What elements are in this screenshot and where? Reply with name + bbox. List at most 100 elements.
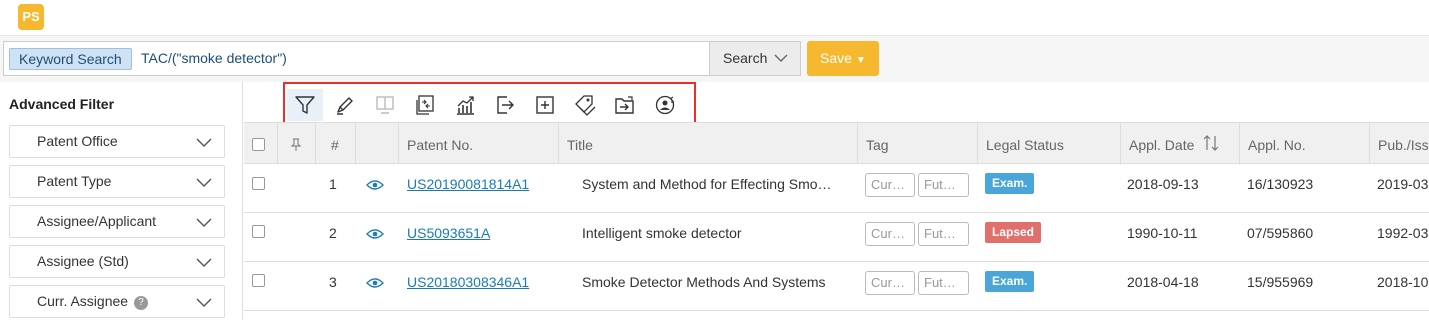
toolbar-icon-group — [283, 82, 696, 124]
legal-status-badge: Exam. — [985, 271, 1035, 292]
row-checkbox[interactable] — [252, 225, 265, 238]
row-number: 2 — [329, 225, 337, 241]
add-tool-button[interactable] — [527, 89, 563, 121]
monitor-icon — [376, 96, 394, 114]
results-toolbar — [244, 82, 1429, 124]
monitor-tool-button — [367, 89, 403, 121]
analytics-tool-button[interactable] — [447, 89, 483, 121]
keyword-search-badge[interactable]: Keyword Search — [9, 48, 132, 70]
analytics-chart-icon — [457, 96, 474, 115]
search-button-label: Search — [723, 50, 768, 66]
filter-assignee-std[interactable]: Assignee (Std) — [9, 245, 225, 278]
chevron-down-icon — [196, 178, 212, 187]
compare-tool-button[interactable] — [407, 89, 443, 121]
save-button-label: Save — [820, 50, 852, 66]
current-tag-field[interactable]: Cur… — [865, 222, 915, 246]
appl-number: 15/955969 — [1247, 274, 1314, 290]
num-column-header: # — [315, 123, 355, 164]
search-query-input[interactable]: TAC/("smoke detector") — [141, 42, 287, 75]
monitor-user-icon — [655, 95, 675, 115]
row-number: 3 — [329, 274, 337, 290]
highlight-tool-button[interactable] — [327, 89, 363, 121]
export-tool-button[interactable] — [487, 89, 523, 121]
patent-number-link[interactable]: US5093651A — [407, 225, 490, 241]
patent-title[interactable]: Smoke Detector Methods And Systems — [582, 274, 840, 290]
add-icon — [536, 96, 554, 114]
chevron-down-icon — [196, 258, 212, 267]
appl-date: 1990-10-11 — [1127, 225, 1198, 241]
table-row[interactable]: 3 US20180308346A1 Smoke Detector Methods… — [244, 262, 1429, 311]
legal-status-badge: Lapsed — [985, 222, 1042, 243]
highlight-pen-icon — [337, 97, 353, 115]
eye-icon[interactable] — [366, 277, 384, 289]
appl-date: 2018-04-18 — [1127, 274, 1199, 290]
eye-icon[interactable] — [366, 179, 384, 191]
row-number: 1 — [329, 176, 337, 192]
filter-label: Assignee/Applicant — [37, 213, 157, 229]
search-row: Keyword Search TAC/("smoke detector") Se… — [0, 36, 1429, 82]
results-table: # Patent No. Title Tag Legal Status Appl… — [244, 122, 1429, 320]
app-logo[interactable]: PS — [18, 4, 44, 30]
appl-date-column-header[interactable]: Appl. Date — [1120, 123, 1239, 164]
tag-icon — [575, 95, 596, 116]
patent-number-link[interactable]: US20190081814A1 — [407, 176, 529, 192]
future-tag-field[interactable]: Fut… — [918, 222, 969, 246]
row-checkbox[interactable] — [252, 274, 265, 287]
current-tag-field[interactable]: Cur… — [865, 271, 915, 295]
table-header: # Patent No. Title Tag Legal Status Appl… — [244, 122, 1429, 164]
appl-number: 16/130923 — [1247, 176, 1314, 192]
pub-date: 2019-03 — [1377, 176, 1429, 192]
filter-patent-office[interactable]: Patent Office — [9, 125, 225, 158]
appl-date-label: Appl. Date — [1129, 137, 1195, 153]
filter-label: Patent Type — [37, 173, 112, 189]
current-tag-field[interactable]: Cur… — [865, 173, 915, 197]
eye-icon[interactable] — [366, 228, 384, 240]
select-all-checkbox[interactable] — [252, 138, 265, 151]
search-box[interactable]: Keyword Search TAC/("smoke detector") — [3, 41, 710, 76]
patent-title[interactable]: Intelligent smoke detector — [582, 225, 840, 241]
patent-number-link[interactable]: US20180308346A1 — [407, 274, 529, 290]
patent-title[interactable]: System and Method for Effecting Smo… — [582, 176, 840, 192]
filter-label: Patent Office — [37, 133, 118, 149]
table-row[interactable]: 1 US20190081814A1 System and Method for … — [244, 164, 1429, 213]
filter-label: Assignee (Std) — [37, 253, 129, 269]
chevron-down-icon — [196, 138, 212, 147]
legal-status-badge: Exam. — [985, 173, 1035, 194]
pin-column-header[interactable] — [277, 123, 315, 164]
filter-curr-assignee[interactable]: Curr. Assignee? — [9, 285, 225, 318]
legal-status-column-header[interactable]: Legal Status — [977, 123, 1120, 164]
appl-no-column-header[interactable]: Appl. No. — [1239, 123, 1369, 164]
chevron-down-icon — [196, 218, 212, 227]
pin-icon — [290, 138, 302, 151]
table-row[interactable]: 2 US5093651A Intelligent smoke detector … — [244, 213, 1429, 262]
compare-icon — [416, 95, 434, 115]
filter-tool-button[interactable] — [287, 89, 323, 121]
title-column-header[interactable]: Title — [558, 123, 857, 164]
export-icon — [497, 96, 514, 114]
view-column-header — [355, 123, 398, 164]
top-bar: PS — [0, 0, 1429, 36]
chevron-down-icon — [774, 54, 788, 62]
row-checkbox[interactable] — [252, 177, 265, 190]
future-tag-field[interactable]: Fut… — [918, 173, 969, 197]
patent-no-column-header[interactable]: Patent No. — [398, 123, 558, 164]
pub-column-header[interactable]: Pub./Iss — [1369, 123, 1429, 164]
pub-date: 2018-10 — [1377, 274, 1429, 290]
folder-move-tool-button[interactable] — [607, 89, 643, 121]
tag-column-header[interactable]: Tag — [857, 123, 977, 164]
tag-tool-button[interactable] — [567, 89, 603, 121]
chevron-down-icon — [196, 298, 212, 307]
filter-patent-type[interactable]: Patent Type — [9, 165, 225, 198]
help-icon[interactable]: ? — [134, 296, 149, 310]
advanced-filter-title: Advanced Filter — [9, 96, 115, 112]
future-tag-field[interactable]: Fut… — [918, 271, 969, 295]
appl-number: 07/595860 — [1247, 225, 1314, 241]
search-button[interactable]: Search — [709, 41, 801, 76]
advanced-filter-sidebar: Advanced Filter Patent Office Patent Typ… — [0, 82, 243, 320]
sort-icon[interactable] — [1202, 134, 1220, 152]
save-button[interactable]: Save ▼ — [807, 41, 879, 76]
filter-assignee-applicant[interactable]: Assignee/Applicant — [9, 205, 225, 238]
caret-down-icon: ▼ — [855, 55, 866, 66]
monitor-user-tool-button[interactable] — [647, 89, 683, 121]
folder-move-icon — [615, 96, 634, 114]
